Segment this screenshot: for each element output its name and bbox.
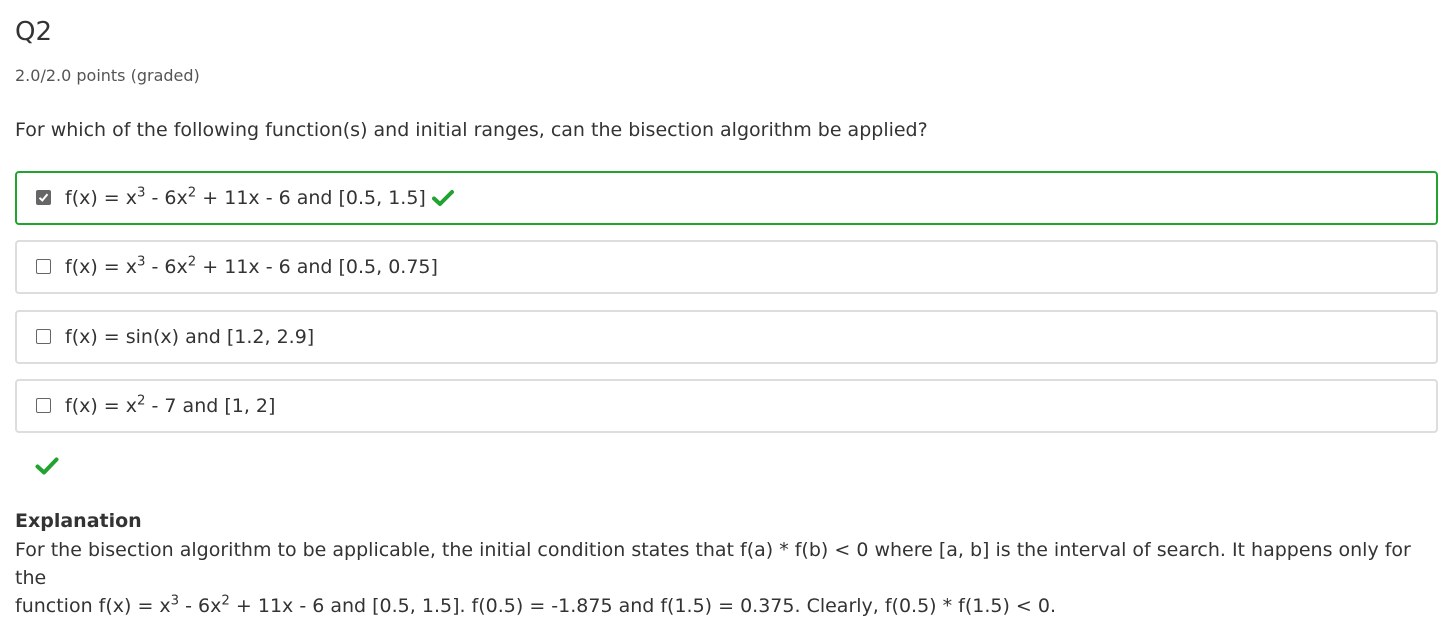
- checkbox-check-icon: [38, 193, 49, 202]
- checkbox-unchecked[interactable]: [36, 329, 51, 344]
- checkbox-checked[interactable]: [36, 190, 51, 205]
- checkbox-unchecked[interactable]: [36, 259, 51, 274]
- question-title: Q2: [15, 17, 53, 47]
- answer-option-1[interactable]: f(x) = x3 - 6x2 + 11x - 6 and [0.5, 1.5]: [15, 171, 1438, 225]
- correct-check-icon: [431, 190, 454, 206]
- answer-option-label: f(x) = x3 - 6x2 + 11x - 6 and [0.5, 0.75…: [65, 254, 438, 278]
- answer-option-label: f(x) = x2 - 7 and [1, 2]: [65, 393, 276, 417]
- explanation-heading: Explanation: [15, 510, 142, 532]
- result-check-icon: [35, 457, 59, 475]
- points-status: 2.0/2.0 points (graded): [15, 66, 200, 85]
- answer-option-3[interactable]: f(x) = sin(x) and [1.2, 2.9]: [15, 310, 1438, 364]
- answer-option-4[interactable]: f(x) = x2 - 7 and [1, 2]: [15, 379, 1438, 433]
- explanation-text: For the bisection algorithm to be applic…: [15, 536, 1435, 620]
- question-prompt: For which of the following function(s) a…: [15, 119, 928, 141]
- answer-option-label: f(x) = x3 - 6x2 + 11x - 6 and [0.5, 1.5]: [65, 185, 454, 211]
- answer-option-label: f(x) = sin(x) and [1.2, 2.9]: [65, 326, 315, 348]
- checkbox-unchecked[interactable]: [36, 398, 51, 413]
- explanation-line-1: For the bisection algorithm to be applic…: [15, 539, 1411, 589]
- answer-option-2[interactable]: f(x) = x3 - 6x2 + 11x - 6 and [0.5, 0.75…: [15, 240, 1438, 294]
- explanation-line-2: function f(x) = x3 - 6x2 + 11x - 6 and […: [15, 593, 1057, 617]
